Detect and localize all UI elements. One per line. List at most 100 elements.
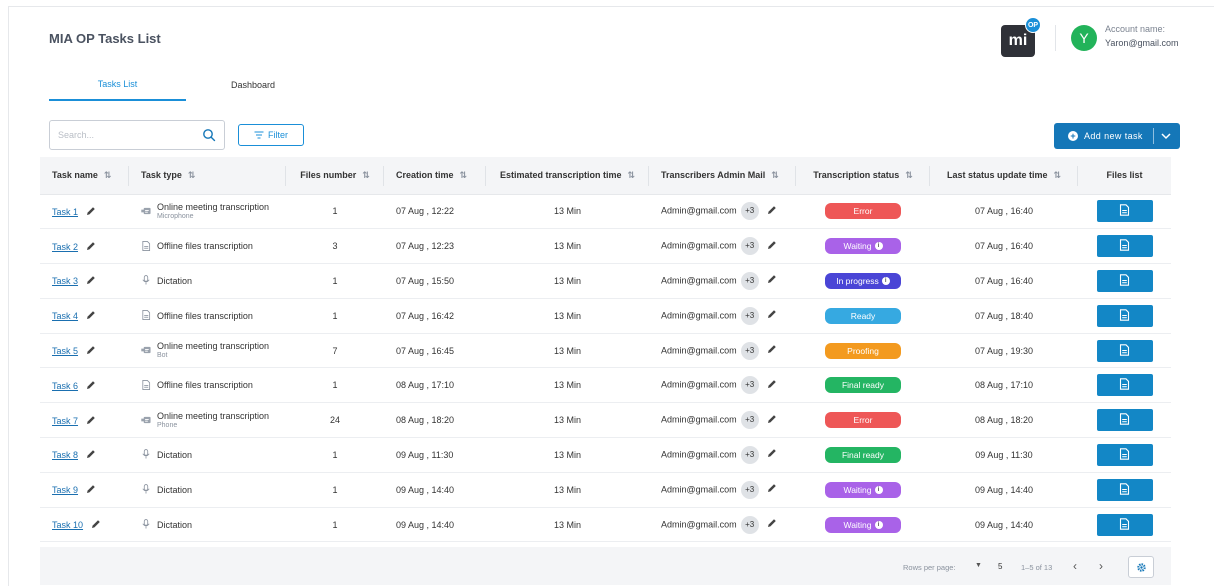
pencil-icon[interactable]	[767, 518, 777, 528]
admin-mail: Admin@gmail.com	[661, 205, 737, 216]
column-header[interactable]: Last status update time ⇅	[930, 157, 1078, 195]
more-admins-badge[interactable]: +3	[740, 480, 759, 499]
sort-icon[interactable]: ⇅	[460, 170, 468, 180]
estimated-time: 13 Min	[486, 367, 649, 404]
files-list-button[interactable]	[1096, 513, 1153, 536]
sort-icon[interactable]: ⇅	[188, 170, 196, 180]
more-admins-badge[interactable]: +3	[740, 376, 759, 395]
page-title: MIA OP Tasks List	[49, 31, 161, 46]
pencil-icon[interactable]	[86, 484, 96, 494]
files-list-button[interactable]	[1096, 443, 1153, 466]
task-type-text: Online meeting transcription Bot	[157, 341, 269, 360]
more-admins-badge[interactable]: +3	[740, 202, 759, 221]
pencil-icon[interactable]	[767, 240, 777, 250]
chevron-left-icon[interactable]: ‹	[1073, 559, 1077, 573]
pencil-icon[interactable]	[767, 379, 777, 389]
task-link[interactable]: Task 5	[52, 346, 78, 356]
files-list-button[interactable]	[1096, 235, 1153, 258]
task-link[interactable]: Task 4	[52, 311, 78, 321]
chevron-right-icon[interactable]: ›	[1099, 559, 1103, 573]
task-link[interactable]: Task 10	[52, 520, 83, 530]
more-admins-badge[interactable]: +3	[740, 341, 759, 360]
sort-icon[interactable]: ⇅	[627, 170, 635, 180]
pencil-icon[interactable]	[86, 275, 96, 285]
settings-button[interactable]	[1128, 556, 1154, 578]
chevron-down-icon[interactable]	[1160, 130, 1172, 142]
files-list-button[interactable]	[1096, 304, 1153, 327]
task-type: Dictation	[141, 449, 286, 460]
more-admins-badge[interactable]: +3	[740, 271, 759, 290]
page-range: 1–5 of 13	[1021, 563, 1053, 572]
task-link[interactable]: Task 6	[52, 381, 78, 391]
column-header[interactable]: Task type ⇅	[129, 157, 286, 195]
pencil-icon[interactable]	[767, 344, 777, 354]
column-header[interactable]: Files number ⇅	[286, 157, 384, 195]
info-icon[interactable]: i	[874, 242, 883, 251]
rows-per-page-select[interactable]: 5	[998, 562, 1002, 571]
task-link[interactable]: Task 9	[52, 485, 78, 495]
task-link[interactable]: Task 2	[52, 242, 78, 252]
info-icon[interactable]: i	[881, 276, 890, 285]
admin-mail-cell: Admin@gmail.com +3	[649, 507, 796, 543]
files-list-button[interactable]	[1096, 339, 1153, 362]
files-list-button[interactable]	[1096, 200, 1153, 223]
search-box[interactable]	[49, 120, 225, 150]
sort-icon[interactable]: ⇅	[362, 170, 370, 180]
pencil-icon[interactable]	[767, 414, 777, 424]
pencil-icon[interactable]	[767, 448, 777, 458]
file-icon	[141, 379, 151, 391]
last-update-time: 08 Aug , 18:20	[930, 402, 1078, 439]
sort-icon[interactable]: ⇅	[905, 170, 913, 180]
files-list-button[interactable]	[1096, 409, 1153, 432]
pencil-icon[interactable]	[91, 519, 101, 529]
search-icon[interactable]	[202, 128, 216, 142]
task-type-label: Online meeting transcription	[157, 410, 270, 421]
column-header[interactable]: Transcription status ⇅	[796, 157, 930, 195]
task-link[interactable]: Task 8	[52, 450, 78, 460]
pencil-icon[interactable]	[86, 449, 96, 459]
pencil-icon[interactable]	[767, 274, 777, 284]
files-number: 1	[286, 367, 384, 404]
info-icon[interactable]: i	[874, 520, 883, 529]
more-admins-badge[interactable]: +3	[740, 515, 759, 534]
avatar[interactable]: Y	[1071, 25, 1097, 51]
pencil-icon[interactable]	[86, 206, 96, 216]
search-input[interactable]	[58, 128, 198, 142]
add-new-task-button[interactable]: + Add new task	[1054, 123, 1180, 149]
column-header[interactable]: Task name ⇅	[40, 157, 129, 195]
column-header[interactable]: Estimated transcription time ⇅	[486, 157, 649, 195]
pencil-icon[interactable]	[86, 345, 96, 355]
sort-icon[interactable]: ⇅	[104, 170, 112, 180]
pencil-icon[interactable]	[767, 309, 777, 319]
files-list-button[interactable]	[1096, 269, 1153, 292]
pencil-icon[interactable]	[767, 483, 777, 493]
task-type: Dictation	[141, 519, 286, 530]
pencil-icon[interactable]	[86, 380, 96, 390]
more-admins-badge[interactable]: +3	[740, 306, 759, 325]
more-admins-badge[interactable]: +3	[740, 445, 759, 464]
tab-tasks-list[interactable]: Tasks List	[49, 79, 186, 101]
sort-icon[interactable]: ⇅	[1053, 170, 1061, 180]
status-cell: In progress i	[796, 263, 930, 299]
pencil-icon[interactable]	[86, 241, 96, 251]
rows-per-page-dropdown-icon[interactable]: ▼	[975, 562, 982, 569]
task-link[interactable]: Task 3	[52, 276, 78, 286]
column-header[interactable]: Creation time ⇅	[384, 157, 486, 195]
table-row: Task 1 Online meeting transcription Microp…	[40, 194, 1171, 230]
tab-dashboard[interactable]: Dashboard	[215, 80, 291, 90]
files-list-button[interactable]	[1096, 374, 1153, 397]
pencil-icon[interactable]	[767, 205, 777, 215]
more-admins-badge[interactable]: +3	[740, 237, 759, 256]
task-link[interactable]: Task 7	[52, 416, 78, 426]
filter-button[interactable]: Filter	[238, 124, 304, 146]
task-type-text: Offline files transcription	[157, 241, 253, 251]
files-list-button[interactable]	[1096, 478, 1153, 501]
info-icon[interactable]: i	[874, 485, 883, 494]
sort-icon[interactable]: ⇅	[771, 170, 779, 180]
pencil-icon[interactable]	[86, 415, 96, 425]
column-header[interactable]: Transcribers Admin Mail ⇅	[649, 157, 796, 195]
pencil-icon[interactable]	[86, 310, 96, 320]
task-link[interactable]: Task 1	[52, 207, 78, 217]
more-admins-badge[interactable]: +3	[740, 411, 759, 430]
last-update-time: 08 Aug , 17:10	[930, 367, 1078, 404]
